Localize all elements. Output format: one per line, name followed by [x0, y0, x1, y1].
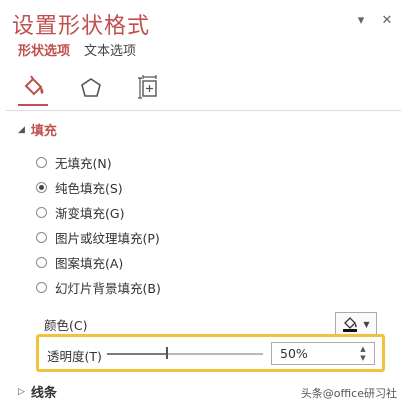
radio-no-fill[interactable]: 无填充(N) — [36, 150, 161, 175]
size-properties-button[interactable] — [134, 68, 164, 100]
radio-label: 纯色填充(S) — [55, 181, 123, 196]
chevron-down-icon: ▼ — [363, 319, 370, 329]
line-section-header[interactable]: ▷ 线条 — [18, 382, 57, 401]
radio-button[interactable] — [36, 282, 47, 293]
category-icons — [18, 68, 164, 106]
panel-title: 设置形状格式 — [12, 14, 151, 39]
radio-solid-fill[interactable]: 纯色填充(S) — [36, 175, 161, 200]
pentagon-icon — [81, 78, 101, 97]
radio-gradient-fill[interactable]: 渐变填充(G) — [36, 200, 161, 225]
radio-label: 无填充(N) — [55, 156, 112, 171]
tab-shape-options[interactable]: 形状选项 — [18, 40, 70, 59]
fill-options: 无填充(N) 纯色填充(S) 渐变填充(G) 图片或纹理填充(P) 图案填充(A… — [36, 150, 161, 300]
option-tabs: 形状选项 文本选项 — [18, 40, 136, 59]
paint-bucket-icon — [343, 317, 358, 332]
tab-text-options[interactable]: 文本选项 — [84, 40, 136, 59]
transparency-label: 透明度(T) — [47, 349, 102, 364]
watermark: 头条@office研习社 — [300, 387, 397, 400]
radio-slide-background-fill[interactable]: 幻灯片背景填充(B) — [36, 275, 161, 300]
fill-section-header[interactable]: ◢ 填充 — [18, 120, 57, 139]
fill-line-button[interactable] — [18, 68, 48, 106]
fill-heading: 填充 — [30, 124, 57, 139]
transparency-row: 透明度(T) ▲ ▼ — [36, 334, 385, 372]
title-controls: ▾ ✕ — [353, 12, 395, 28]
radio-button[interactable] — [36, 232, 47, 243]
radio-picture-fill[interactable]: 图片或纹理填充(P) — [36, 225, 161, 250]
radio-button[interactable] — [36, 157, 47, 168]
fill-bucket-icon — [24, 75, 44, 96]
slider-fill — [107, 353, 166, 355]
radio-pattern-fill[interactable]: 图案填充(A) — [36, 250, 161, 275]
dropdown-icon[interactable]: ▾ — [353, 12, 369, 28]
spin-down-icon[interactable]: ▼ — [360, 354, 365, 363]
spinner-arrows: ▲ ▼ — [354, 343, 372, 364]
divider — [6, 110, 401, 111]
radio-button[interactable] — [36, 257, 47, 268]
expanded-caret-icon: ◢ — [18, 124, 25, 135]
spin-up-icon[interactable]: ▲ — [360, 345, 365, 354]
radio-label: 图片或纹理填充(P) — [55, 231, 160, 246]
radio-button[interactable] — [36, 207, 47, 218]
transparency-spinner: ▲ ▼ — [271, 342, 375, 365]
radio-label: 图案填充(A) — [55, 256, 124, 271]
radio-label: 幻灯片背景填充(B) — [55, 281, 161, 296]
close-icon[interactable]: ✕ — [379, 12, 395, 28]
color-picker-button[interactable]: ▼ — [335, 312, 377, 336]
slider-thumb[interactable] — [166, 347, 168, 359]
transparency-input[interactable] — [272, 343, 354, 364]
transparency-slider[interactable] — [107, 347, 263, 359]
color-label: 颜色(C) — [44, 317, 88, 333]
radio-label: 渐变填充(G) — [55, 206, 125, 221]
effects-button[interactable] — [76, 68, 106, 100]
size-properties-icon — [138, 75, 157, 99]
radio-button[interactable] — [36, 182, 47, 193]
line-heading: 线条 — [30, 386, 57, 401]
collapsed-caret-icon: ▷ — [18, 386, 25, 397]
color-row: 颜色(C) ▼ — [44, 312, 377, 336]
